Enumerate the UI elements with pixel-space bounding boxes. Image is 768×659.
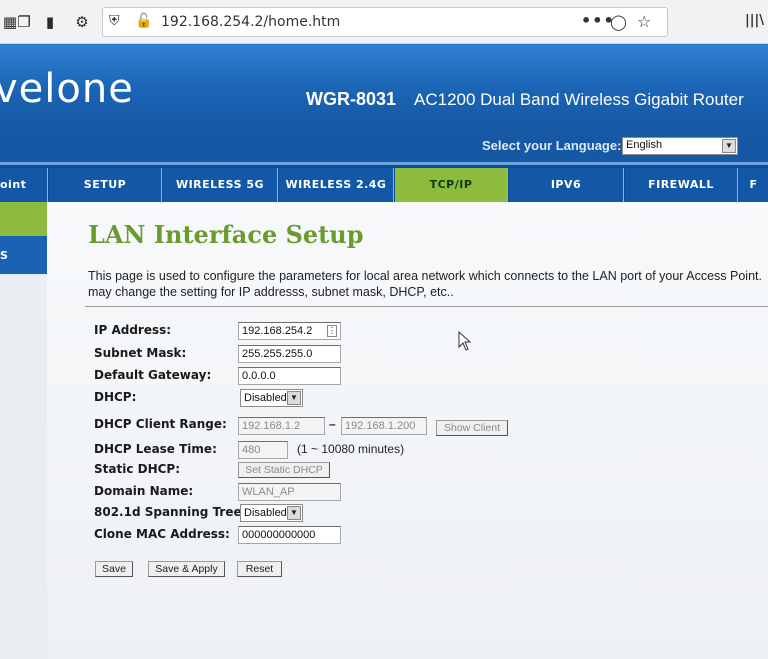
dhcp-lease-label: DHCP Lease Time:	[94, 442, 217, 456]
clone-mac-label: Clone MAC Address:	[94, 527, 230, 541]
language-value: English	[626, 139, 663, 151]
tab-label: SETUP	[83, 178, 127, 191]
dhcp-range-start-input[interactable]: 192.168.1.2	[238, 417, 325, 435]
static-dhcp-label: Static DHCP:	[94, 462, 181, 476]
dhcp-lease-range-note: (1 ~ 10080 minutes)	[297, 442, 405, 456]
autofill-icon[interactable]: ⋮	[327, 325, 337, 337]
tab-wireless-24g[interactable]: WIRELESS 2.4G	[279, 168, 394, 202]
domain-name-input[interactable]: WLAN_AP	[238, 483, 341, 501]
shield-icon[interactable]: ⛨	[109, 13, 120, 29]
side-navigation: S	[0, 202, 47, 659]
language-select[interactable]: English ▼	[622, 137, 738, 155]
lock-icon[interactable]: 🔓	[135, 13, 152, 29]
tab-ipv6[interactable]: IPV6	[509, 168, 624, 202]
battery-icon[interactable]: ▮	[40, 12, 60, 32]
ip-address-label: IP Address:	[94, 323, 172, 337]
address-bar[interactable]: ⛨ 🔓 192.168.254.2/home.htm ••• ◯ ☆	[102, 7, 668, 37]
clone-mac-value: 000000000000	[242, 529, 316, 541]
dhcp-lease-input[interactable]: 480	[238, 441, 288, 459]
tab-more[interactable]: F	[739, 168, 768, 202]
subnet-mask-input[interactable]: 255.255.255.0	[238, 345, 341, 363]
tab-setup[interactable]: SETUP	[49, 168, 162, 202]
tab-label: F	[749, 178, 758, 191]
tab-wireless-5g[interactable]: WIRELESS 5G	[163, 168, 278, 202]
copy-icon[interactable]: ❐	[14, 12, 34, 32]
page-title: LAN Interface Setup	[88, 220, 364, 249]
content-panel: LAN Interface Setup This page is used to…	[47, 202, 768, 659]
library-icon[interactable]: |||\	[745, 13, 764, 28]
model-description: AC1200 Dual Band Wireless Gigabit Router	[414, 90, 744, 109]
star-icon[interactable]: ☆	[637, 12, 651, 31]
model-name: WGR-8031	[306, 89, 397, 109]
side-item-label: S	[0, 249, 8, 262]
page-description: This page is used to configure the param…	[88, 268, 768, 300]
ip-address-input[interactable]: 192.168.254.2 ⋮	[238, 322, 341, 340]
router-banner: velone WGR-8031 AC1200 Dual Band Wireles…	[0, 44, 768, 132]
language-bar: Select your Language: English ▼	[0, 132, 768, 162]
main-tabs: oint SETUP WIRELESS 5G WIRELESS 2.4G TCP…	[0, 162, 768, 202]
set-static-dhcp-button[interactable]: Set Static DHCP	[238, 462, 330, 478]
divider	[85, 306, 768, 307]
domain-name-label: Domain Name:	[94, 484, 194, 498]
side-item-lan[interactable]	[0, 202, 47, 236]
save-apply-button[interactable]: Save & Apply	[148, 561, 225, 577]
spanning-tree-value: Disabled	[244, 507, 287, 519]
spanning-tree-select[interactable]: Disabled ▼	[240, 504, 303, 522]
ip-address-value: 192.168.254.2	[242, 325, 313, 337]
description-line-2: may change the setting for IP addresss, …	[88, 285, 454, 299]
chevron-down-icon[interactable]: ▼	[722, 139, 736, 153]
description-line-1: This page is used to configure the param…	[88, 269, 762, 283]
subnet-mask-value: 255.255.255.0	[242, 348, 313, 360]
tab-label: FIREWALL	[648, 178, 714, 191]
tab-label: WIRELESS 5G	[175, 178, 265, 191]
clone-mac-input[interactable]: 000000000000	[238, 526, 341, 544]
side-item-next[interactable]: S	[0, 240, 47, 272]
default-gateway-input[interactable]: 0.0.0.0	[238, 367, 341, 385]
browser-toolbar: ▦ ❐ ▮ ⚙ ⛨ 🔓 192.168.254.2/home.htm ••• ◯…	[0, 0, 768, 44]
dhcp-range-end-input[interactable]: 192.168.1.200	[341, 417, 427, 435]
reset-button[interactable]: Reset	[237, 561, 282, 577]
dhcp-select[interactable]: Disabled ▼	[240, 389, 303, 407]
show-client-button[interactable]: Show Client	[436, 420, 508, 436]
url-text[interactable]: 192.168.254.2/home.htm	[161, 14, 340, 30]
default-gateway-label: Default Gateway:	[94, 368, 212, 382]
tab-firewall[interactable]: FIREWALL	[625, 168, 738, 202]
chevron-down-icon[interactable]: ▼	[287, 506, 301, 520]
save-button[interactable]: Save	[95, 561, 133, 577]
pocket-icon[interactable]: ◯	[610, 13, 627, 31]
chevron-down-icon[interactable]: ▼	[287, 391, 301, 405]
domain-name-value: WLAN_AP	[242, 486, 295, 498]
dhcp-range-label: DHCP Client Range:	[94, 417, 227, 431]
range-separator: –	[329, 417, 336, 431]
cursor-icon	[458, 331, 472, 351]
brand-logo: velone	[0, 66, 134, 112]
tab-label: IPV6	[550, 178, 582, 191]
tab-label: TCP/IP	[429, 178, 473, 191]
dhcp-label: DHCP:	[94, 390, 137, 404]
gear-icon[interactable]: ⚙	[72, 12, 92, 32]
default-gateway-value: 0.0.0.0	[242, 370, 276, 382]
dhcp-lease-value: 480	[242, 444, 261, 456]
spanning-tree-label: 802.1d Spanning Tree:	[94, 505, 247, 519]
subnet-mask-label: Subnet Mask:	[94, 346, 187, 360]
tab-label: oint	[0, 178, 27, 191]
dhcp-range-end-value: 192.168.1.200	[345, 420, 416, 432]
side-nav-empty	[0, 274, 47, 659]
tab-access-point[interactable]: oint	[0, 168, 48, 202]
dhcp-value: Disabled	[244, 392, 287, 404]
language-label: Select your Language:	[482, 138, 622, 153]
tab-label: WIRELESS 2.4G	[285, 178, 387, 191]
tab-tcpip[interactable]: TCP/IP	[395, 168, 508, 202]
dhcp-range-start-value: 192.168.1.2	[242, 420, 301, 432]
